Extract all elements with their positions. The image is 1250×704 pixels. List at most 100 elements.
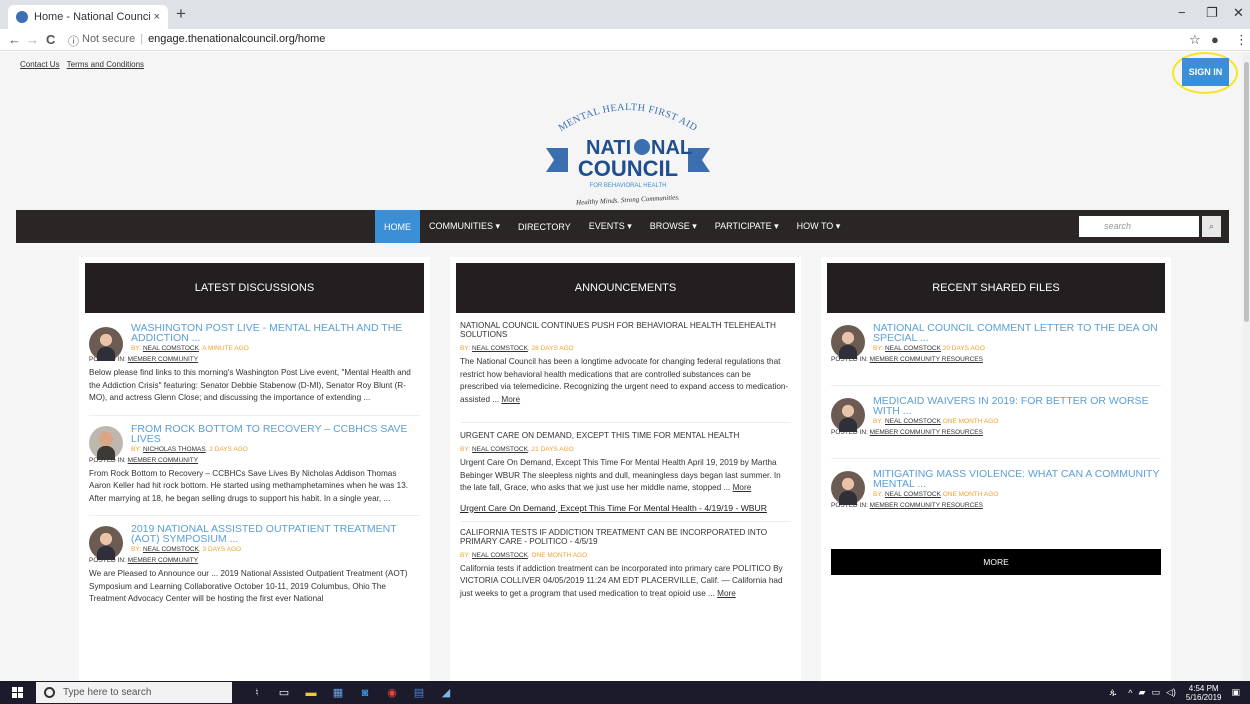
word-icon[interactable]: ▤ (406, 684, 432, 701)
file-title[interactable]: NATIONAL COUNCIL COMMENT LETTER TO THE D… (873, 323, 1161, 344)
announcement-title[interactable]: CALIFORNIA TESTS IF ADDICTION TREATMENT … (460, 528, 791, 546)
file-title[interactable]: MITIGATING MASS VIOLENCE: WHAT CAN A COM… (873, 469, 1161, 490)
main-nav: HOME COMMUNITIES ▾ DIRECTORY EVENTS ▾ BROWSE… (16, 210, 1229, 243)
notifications-icon[interactable]: ▣ (1231, 687, 1240, 698)
page: Contact Us Terms and Conditions SIGN IN … (0, 52, 1243, 681)
excel-icon[interactable]: ▦ (325, 684, 351, 701)
terms-link[interactable]: Terms and Conditions (67, 60, 144, 69)
divider (89, 414, 420, 416)
new-tab-button[interactable]: + (176, 4, 186, 24)
taskbar-search-input[interactable]: Type here to search (36, 682, 232, 703)
nav-item-5[interactable]: PARTICIPATE ▾ (706, 210, 788, 243)
browser-tab[interactable]: Home - National Council for Beh × (8, 5, 168, 29)
article-link[interactable]: Urgent Care On Demand, Except This Time … (460, 503, 791, 513)
clock[interactable]: 4:54 PM 5/16/2019 (1186, 684, 1222, 702)
community-link[interactable]: MEMBER COMMUNITY RESOURCES (870, 429, 983, 436)
windows-start-icon[interactable] (12, 687, 23, 698)
task-view-icon[interactable]: ▭ (271, 684, 297, 701)
forward-icon[interactable]: → (26, 32, 39, 47)
browser-menu-icon[interactable]: ⋮ (1235, 32, 1248, 48)
announcement-title[interactable]: NATIONAL COUNCIL CONTINUES PUSH FOR BEHA… (460, 321, 791, 339)
author-link[interactable]: NEAL COMSTOCK (885, 345, 941, 352)
search-input[interactable]: search (1079, 216, 1199, 237)
contact-us-link[interactable]: Contact Us (20, 60, 60, 69)
author-link[interactable]: NEAL COMSTOCK (143, 546, 199, 553)
outlook-icon[interactable]: ◙ (352, 684, 378, 701)
nav-item-1[interactable]: COMMUNITIES ▾ (420, 210, 509, 243)
byline: BY: NICHOLAS THOMAS, 2 DAYS AGO (131, 446, 420, 453)
by-label: BY: (460, 446, 471, 453)
microphone-icon[interactable]: ♮ (244, 684, 270, 701)
author-link[interactable]: NEAL COMSTOCK (472, 446, 528, 453)
maximize-icon[interactable]: ❐ (1206, 5, 1218, 21)
by-label: BY: (460, 551, 471, 559)
more-link[interactable]: More (717, 589, 736, 598)
search-icon[interactable]: ⌕ (1202, 216, 1221, 237)
byline: BY: NEAL COMSTOCK, 3 DAYS AGO (131, 546, 420, 553)
nav-item-3[interactable]: EVENTS ▾ (580, 210, 641, 243)
more-files-button[interactable]: MORE (831, 549, 1161, 575)
address-bar: ← → C ⓘ Not secure | engage.thenationalcou… (0, 29, 1250, 51)
volume-icon[interactable]: ◁) (1166, 687, 1176, 698)
chrome-icon[interactable]: ◉ (379, 684, 405, 701)
discussion-title[interactable]: WASHINGTON POST LIVE - MENTAL HEALTH AND… (131, 323, 420, 344)
sign-in-button[interactable]: SIGN IN (1182, 58, 1229, 86)
logo-arc-text: MENTAL HEALTH FIRST AID (557, 102, 699, 134)
file-title[interactable]: MEDICAID WAIVERS IN 2019: FOR BETTER OR … (873, 396, 1161, 417)
battery-icon[interactable]: ▭ (1151, 687, 1160, 698)
page-scrollbar[interactable] (1243, 52, 1250, 681)
byline: BY: NEAL COMSTOCK ONE MONTH AGO (873, 418, 1161, 425)
discussion-title[interactable]: FROM ROCK BOTTOM TO RECOVERY – CCBHCS SA… (131, 423, 420, 444)
taskbar-search-placeholder: Type here to search (63, 687, 152, 698)
system-tray: ዹ ^ ▰ ▭ ◁) 4:54 PM 5/16/2019 ▣ (1110, 682, 1240, 703)
author-link[interactable]: NEAL COMSTOCK (472, 552, 528, 559)
national-council-logo[interactable]: MENTAL HEALTH FIRST AID NATI NAL COUNCIL… (538, 80, 718, 210)
author-link[interactable]: NEAL COMSTOCK (885, 491, 941, 498)
info-icon[interactable]: ⓘ (68, 33, 79, 49)
author-link[interactable]: NEAL COMSTOCK (885, 418, 941, 425)
post-time: , 3 DAYS AGO (198, 546, 242, 553)
cortana-icon (44, 687, 55, 698)
author-link[interactable]: NEAL COMSTOCK (143, 345, 199, 352)
post-time: ONE MONTH AGO (940, 418, 999, 425)
reload-icon[interactable]: C (46, 32, 55, 47)
author-link[interactable]: NICHOLAS THOMAS (143, 446, 206, 453)
discussion-title[interactable]: 2019 NATIONAL ASSISTED OUTPATIENT TREATM… (131, 524, 420, 545)
nav-item-4[interactable]: BROWSE ▾ (641, 210, 706, 243)
bookmark-star-icon[interactable]: ☆ (1189, 32, 1201, 48)
posted-in: POSTED IN: MEMBER COMMUNITY RESOURCES (831, 502, 1161, 509)
top-links: Contact Us Terms and Conditions (20, 60, 149, 69)
nav-item-6[interactable]: HOW TO ▾ (788, 210, 850, 243)
people-icon[interactable]: ዹ (1110, 687, 1117, 698)
file-explorer-icon[interactable]: ▬ (298, 684, 324, 701)
announcement-title[interactable]: URGENT CARE ON DEMAND, EXCEPT THIS TIME … (460, 431, 791, 440)
back-icon[interactable]: ← (8, 32, 21, 47)
account-icon[interactable]: ● (1211, 32, 1219, 47)
community-link[interactable]: MEMBER COMMUNITY RESOURCES (870, 356, 983, 363)
post-time: ONE MONTH AGO (940, 491, 999, 498)
announcements-heading: ANNOUNCEMENTS (456, 263, 795, 313)
community-link[interactable]: MEMBER COMMUNITY (128, 457, 198, 464)
tray-chevron-icon[interactable]: ^ (1128, 688, 1132, 698)
more-link[interactable]: More (501, 395, 520, 404)
scrollbar-thumb[interactable] (1244, 62, 1249, 322)
post-time: , A MINUTE AGO (198, 345, 249, 352)
nav-item-2[interactable]: DIRECTORY (509, 210, 580, 243)
posted-in: POSTED IN: MEMBER COMMUNITY (89, 356, 420, 363)
more-link[interactable]: More (733, 483, 752, 492)
divider (831, 458, 1161, 459)
url-field[interactable]: Not secure | engage.thenationalcouncil.org… (82, 33, 325, 45)
community-link[interactable]: MEMBER COMMUNITY (128, 557, 198, 564)
minimize-icon[interactable]: − (1178, 5, 1186, 20)
nav-item-0[interactable]: HOME (375, 210, 420, 243)
discussion-item: FROM ROCK BOTTOM TO RECOVERY – CCBHCS SA… (79, 423, 430, 506)
tab-close-icon[interactable]: × (154, 11, 160, 23)
network-icon[interactable]: ▰ (1139, 687, 1146, 698)
author-link[interactable]: NEAL COMSTOCK (472, 345, 528, 352)
posted-in: POSTED IN: MEMBER COMMUNITY RESOURCES (831, 356, 1161, 363)
window-close-icon[interactable]: ✕ (1233, 5, 1244, 21)
community-link[interactable]: MEMBER COMMUNITY (128, 356, 198, 363)
app-icon[interactable]: ◢ (433, 684, 459, 701)
announcement-excerpt: Urgent Care On Demand, Except This Time … (460, 457, 791, 495)
community-link[interactable]: MEMBER COMMUNITY RESOURCES (870, 502, 983, 509)
